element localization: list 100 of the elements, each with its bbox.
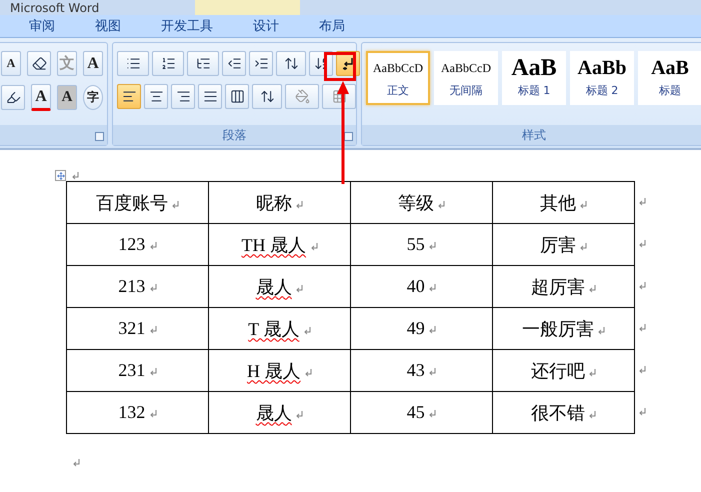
return-mark-icon [589,410,596,418]
align-center-button[interactable] [144,84,168,109]
return-mark-icon [150,284,157,292]
multilevel-list-button[interactable] [187,51,219,76]
bullets-button[interactable] [117,51,149,76]
table-cell: 213 [66,266,208,308]
columns-icon [230,89,244,104]
distributed-button[interactable] [225,84,249,109]
line-spacing-icon [260,89,274,104]
table-cell: TH 晟人 [208,224,350,266]
grow-font-button[interactable]: A [1,51,21,76]
character-border-button[interactable]: A [83,51,103,76]
table-cell: 49 [350,308,492,350]
numbered-list-icon [160,56,176,71]
table-cell: 45 [350,392,492,434]
table-cell: 123 [66,224,208,266]
ribbon-tab[interactable]: 审阅 [22,16,62,36]
table-cell: 321 [66,308,208,350]
table-cell: 昵称 [208,182,350,224]
return-mark-icon [150,242,157,250]
return-mark-icon [639,366,646,374]
return-mark-icon [589,284,596,292]
decrease-indent-button[interactable] [222,51,246,76]
return-mark-icon [296,410,304,418]
highlight-button[interactable] [1,85,25,110]
return-mark-icon [598,326,606,334]
return-mark-icon [639,240,646,248]
table-cell: 还行吧 [492,350,634,392]
ribbon-tab[interactable]: 设计 [246,16,286,36]
character-shading-button[interactable]: A [57,85,77,110]
return-mark-icon [429,326,436,334]
return-mark-icon [429,284,436,292]
return-mark-icon [639,198,646,206]
align-right-icon [176,89,190,104]
table-cell: 等级 [350,182,492,224]
table-cell: 超厉害 [492,266,634,308]
return-mark-icon [150,410,157,418]
style-gallery-item[interactable]: AaB 标题 1 [502,51,566,105]
return-arrow-icon [342,56,354,70]
return-mark-icon [639,408,646,416]
line-spacing-button[interactable] [252,84,282,109]
table-cell: 一般厉害 [492,308,634,350]
return-mark-icon [73,459,80,467]
return-mark-icon [589,368,596,376]
numbering-button[interactable] [152,51,184,76]
highlighter-icon [6,90,20,105]
grid-icon [332,89,346,104]
clear-formatting-button[interactable] [27,51,51,76]
align-left-icon [122,89,136,104]
group-label: 样式 [522,126,546,144]
return-mark-icon [296,284,304,292]
chinese-layout-button[interactable] [276,51,306,76]
arrows-icon [284,56,298,71]
return-mark-icon [580,200,588,208]
align-right-button[interactable] [171,84,195,109]
table-cell: 很不错 [492,392,634,434]
return-mark-icon [72,172,79,180]
align-center-icon [148,89,164,104]
table-cell: 其他 [492,182,634,224]
ribbon-tab[interactable]: 开发工具 [154,16,220,36]
table-cell: 231 [66,350,208,392]
return-mark-icon [150,368,157,376]
table-cell: 55 [350,224,492,266]
window-title: Microsoft Word [10,0,100,14]
return-mark-icon [580,242,588,250]
style-gallery-item[interactable]: AaBb 标题 2 [570,51,634,105]
table-cell: 晟人 [208,266,350,308]
table-cell: 厉害 [492,224,634,266]
group-label: 段落 [222,126,246,144]
enclose-character-button[interactable]: 字 [83,85,103,110]
return-mark-icon [429,242,436,250]
decrease-indent-icon [226,56,242,71]
ribbon-tab[interactable]: 布局 [312,16,352,36]
style-gallery-item[interactable]: AaBbCcD 无间隔 [434,51,498,105]
table-cell: 43 [350,350,492,392]
increase-indent-button[interactable] [249,51,273,76]
bullet-list-icon [126,56,140,71]
ribbon-tab[interactable]: 视图 [88,16,128,36]
return-mark-icon [304,326,311,334]
eraser-icon [32,56,46,71]
return-mark-icon [639,324,646,332]
dialog-launcher-icon[interactable] [95,132,104,141]
style-gallery-item[interactable]: AaB 标题 [638,51,701,105]
highlight-frame [324,52,356,81]
justify-icon [202,89,218,104]
return-mark-icon [438,200,446,208]
paint-bucket-icon [294,89,310,104]
font-color-button[interactable]: A [31,84,51,111]
justify-button[interactable] [198,84,222,109]
increase-indent-icon [254,56,268,71]
return-mark-icon [429,368,436,376]
table-cell: H 晟人 [208,350,350,392]
style-gallery-item[interactable]: AaBbCcD 正文 [366,51,430,105]
table-cell: 百度账号 [66,182,208,224]
return-mark-icon [429,410,436,418]
table-cell: 40 [350,266,492,308]
table-move-handle-icon[interactable] [55,170,66,181]
return-mark-icon [639,282,646,290]
table-cell: T 晟人 [208,308,350,350]
align-left-button[interactable] [117,84,141,109]
